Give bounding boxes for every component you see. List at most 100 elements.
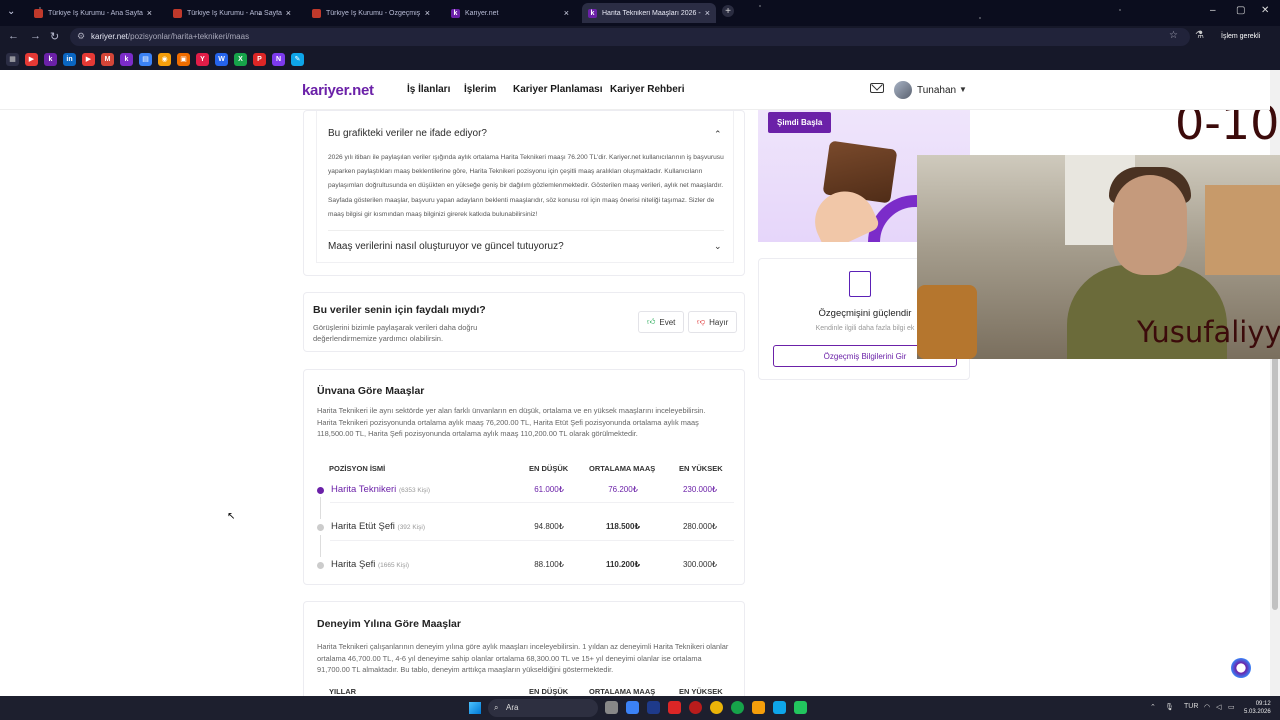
avatar[interactable] [894,81,912,99]
tab-1[interactable]: Türkiye İş Kurumu - Ana Sayfa × [28,3,158,23]
chat-assistant-icon[interactable] [1231,658,1251,678]
extension-icon[interactable]: ⚗ [1195,30,1204,41]
gmail-icon[interactable]: M [101,52,114,66]
mail-icon[interactable] [870,83,884,93]
bookmark-icon[interactable]: ◉ [158,52,171,66]
no-button[interactable]: 👎︎ Hayır [688,311,738,333]
tab-4[interactable]: k Kariyer.net × [445,3,575,23]
chevron-up-icon[interactable]: ⌃ [714,129,722,140]
close-icon[interactable]: × [564,8,569,18]
bookmark-icon[interactable]: P [253,52,266,66]
table-cell-max: 230.000₺ [682,485,717,494]
language-indicator[interactable]: TUR [1184,703,1198,710]
wifi-icon[interactable]: ◠ [1204,703,1210,711]
battery-icon[interactable]: ▭ [1228,703,1235,711]
search-icon: ⌕ [494,703,499,712]
windows-start-icon[interactable] [469,702,481,714]
webcam-feed: Yusufaliyy [917,155,1280,359]
table-row-name[interactable]: Harita Teknikeri (6353 Kişi) [331,484,430,495]
nav-islerim[interactable]: İşlerim [464,84,496,95]
table-row-name[interactable]: Harita Etüt Şefi (392 Kişi) [331,521,425,532]
faq-answer-1: 2026 yılı itibarı ile paylaşılan veriler… [328,154,724,218]
search-label: Ara [506,703,519,712]
tab-5-active[interactable]: k Harita Teknikeri Maaşları 2026 - Orta … [582,3,716,23]
close-window-icon[interactable]: ✕ [1261,5,1269,16]
kariyer-icon[interactable]: k [44,52,57,66]
section-title: Ünvana Göre Maaşlar [317,385,425,397]
whatsapp-icon[interactable] [731,701,744,714]
site-logo[interactable]: kariyer.net [302,82,374,99]
new-tab-button[interactable]: + [722,5,734,17]
app-icon[interactable] [794,701,807,714]
chevron-down-icon[interactable]: ⌄ [714,241,722,252]
close-icon[interactable]: × [425,8,430,18]
app-icon[interactable] [668,701,681,714]
user-name[interactable]: Tunahan [917,85,956,96]
tab-title: Türkiye İş Kurumu - Ana Sayfa [48,9,143,17]
bookmark-icon[interactable]: k [120,52,133,66]
app-icon[interactable] [626,701,639,714]
row-indicator-dot [317,562,324,569]
back-icon[interactable]: ← [8,30,19,42]
maximize-icon[interactable]: ▢ [1236,5,1245,16]
bookmark-icon[interactable]: ▣ [177,52,190,66]
reload-icon[interactable]: ↻ [50,30,59,43]
col-header-max: EN YÜKSEK [679,687,723,696]
opera-icon[interactable] [689,701,702,714]
youtube-icon[interactable]: ▶ [25,52,38,66]
file-explorer-icon[interactable] [752,701,765,714]
start-now-button[interactable]: Şimdi Başla [768,112,832,133]
divider [328,230,724,231]
chevron-down-icon[interactable]: ▼ [959,85,967,94]
faq-question-2[interactable]: Maaş verilerini nasıl oluşturuyor ve gün… [328,241,564,252]
nav-kariyer-rehberi[interactable]: Kariyer Rehberi [610,84,684,95]
nav-kariyer-planlamasi[interactable]: Kariyer Planlaması [513,84,603,95]
thumbs-down-icon: 👎︎ [697,317,706,326]
taskbar-search[interactable]: ⌕ Ara [488,699,598,717]
kariyer-icon: k [451,8,460,18]
linkedin-icon[interactable]: in [63,52,76,66]
address-bar[interactable]: ⚙ kariyer.net/pozisyonlar/harita+teknike… [70,28,1190,46]
tab-3[interactable]: Türkiye İş Kurumu - Özgeçmiş Görünt × [306,3,436,23]
isgkur-icon [312,8,321,18]
tab-title: Türkiye İş Kurumu - Özgeçmiş Görünt [326,9,421,17]
profile-button[interactable]: İşlem gerekli [1213,29,1268,45]
steam-icon[interactable] [647,701,660,714]
apps-icon[interactable]: ▦ [6,52,19,66]
site-header: kariyer.net İş İlanları İşlerim Kariyer … [0,70,1270,110]
row-divider [330,540,734,541]
taskbar: ⌕ Ara ⌃ 🎙︎ TUR ◠ ◁ ▭ 09:12 5.03.2026 [0,696,1280,720]
microphone-icon[interactable]: 🎙︎ [1165,703,1174,711]
forward-icon[interactable]: → [30,30,41,42]
youtube-icon[interactable]: ▶ [82,52,95,66]
volume-icon[interactable]: ◁ [1216,703,1221,711]
table-cell-max: 300.000₺ [682,560,717,569]
table-cell-min: 61.000₺ [534,485,564,494]
bookmark-icon[interactable]: Y [196,52,209,66]
nav-is-ilanlari[interactable]: İş İlanları [407,84,450,95]
tab-search-icon[interactable]: ⌄ [7,6,15,17]
site-info-icon[interactable]: ⚙ [77,31,85,42]
task-view-icon[interactable] [605,701,618,714]
close-icon[interactable]: × [286,8,291,18]
chrome-icon[interactable] [710,701,723,714]
app-icon[interactable] [773,701,786,714]
table-cell-min: 88.100₺ [534,560,564,569]
faq-question-1[interactable]: Bu grafikteki veriler ne ifade ediyor? [328,128,487,139]
close-icon[interactable]: × [705,8,710,18]
close-icon[interactable]: × [147,8,152,18]
bookmark-icon[interactable]: ▤ [139,52,152,66]
table-row-name[interactable]: Harita Şefi (1665 Kişi) [331,559,409,570]
bookmark-icon[interactable]: W [215,52,228,66]
clock[interactable]: 09:12 5.03.2026 [1244,700,1271,716]
feedback-description: Görüşlerini bizimle paylaşarak verileri … [313,323,478,343]
yes-button[interactable]: 👍︎ Evet [638,311,685,333]
tab-2[interactable]: Türkiye İş Kurumu - Ana Sayfa × [167,3,297,23]
tray-chevron-icon[interactable]: ⌃ [1150,703,1156,711]
bookmark-icon[interactable]: ✎ [291,52,304,66]
bookmark-star-icon[interactable]: ☆ [1169,30,1178,41]
bookmark-icon[interactable]: X [234,52,247,66]
minimize-icon[interactable]: – [1210,5,1216,16]
tab-title: Harita Teknikeri Maaşları 2026 - Orta [602,9,701,17]
bookmark-icon[interactable]: N [272,52,285,66]
